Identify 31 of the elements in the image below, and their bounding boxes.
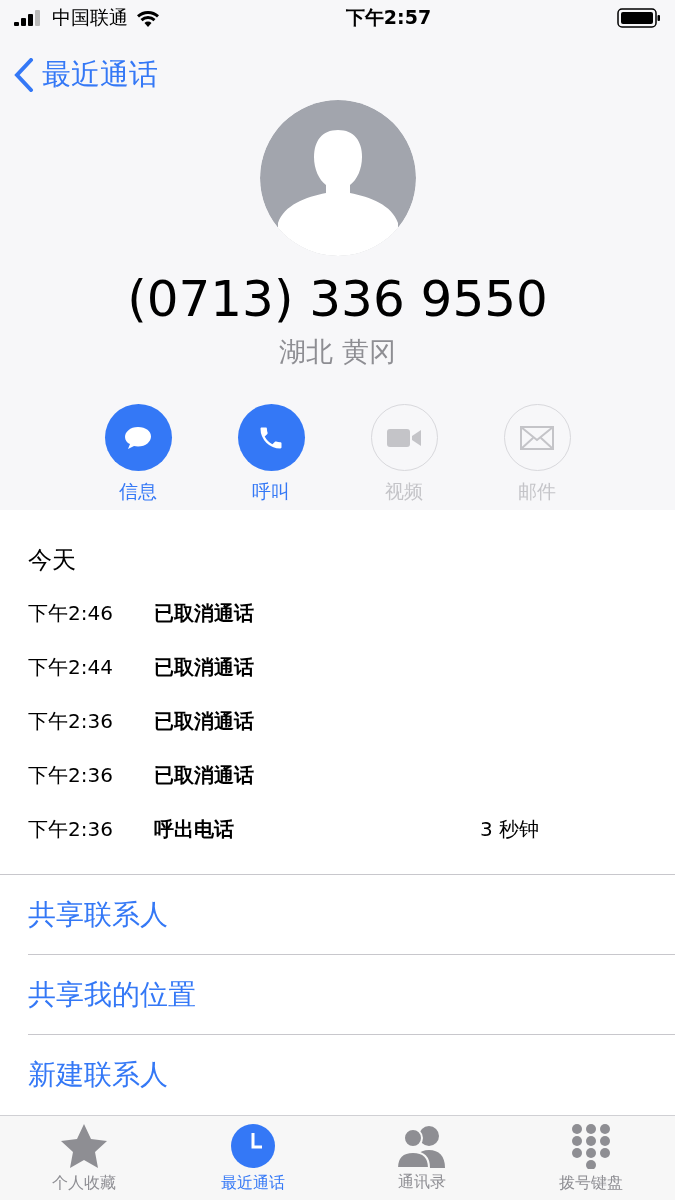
video-camera-icon bbox=[386, 426, 422, 449]
tab-bar-item[interactable]: 个人收藏 bbox=[0, 1116, 169, 1200]
carrier-name: 中国联通 bbox=[52, 5, 128, 30]
battery-icon bbox=[617, 8, 661, 28]
back-button[interactable]: 最近通话 bbox=[14, 55, 158, 95]
call-type: 呼出电话 bbox=[154, 815, 235, 843]
history-heading: 今天 bbox=[28, 545, 77, 577]
call-type: 已取消通话 bbox=[154, 761, 255, 789]
call-time: 下午2:46 bbox=[28, 599, 114, 627]
location-label: 湖北 黄冈 bbox=[279, 335, 396, 369]
call-type: 已取消通话 bbox=[154, 653, 255, 681]
wifi-icon bbox=[136, 9, 160, 27]
action-link[interactable]: 新建联系人 bbox=[28, 1056, 168, 1095]
phone-number: (0713) 336 9550 bbox=[127, 270, 548, 328]
call-time: 下午2:44 bbox=[28, 653, 114, 681]
envelope-icon bbox=[520, 425, 554, 450]
clock-icon bbox=[230, 1122, 277, 1169]
tab-bar-item[interactable]: 最近通话 bbox=[168, 1116, 338, 1200]
action-link[interactable]: 共享联系人 bbox=[28, 895, 168, 934]
call-time: 下午2:36 bbox=[28, 707, 114, 735]
chat-bubble-icon bbox=[123, 424, 153, 451]
action-link[interactable]: 共享我的位置 bbox=[28, 975, 196, 1014]
call-type: 已取消通话 bbox=[154, 707, 255, 735]
tab-bar-item[interactable]: 拨号键盘 bbox=[506, 1116, 675, 1200]
call-time: 下午2:36 bbox=[28, 761, 114, 789]
call-type: 已取消通话 bbox=[154, 599, 255, 627]
call-duration: 3 秒钟 bbox=[480, 815, 540, 843]
tab-bar-item[interactable]: 通讯录 bbox=[337, 1116, 507, 1200]
chevron-left-icon bbox=[14, 58, 34, 92]
call-time: 下午2:36 bbox=[28, 815, 114, 843]
status-time: 下午2:57 bbox=[345, 5, 432, 30]
